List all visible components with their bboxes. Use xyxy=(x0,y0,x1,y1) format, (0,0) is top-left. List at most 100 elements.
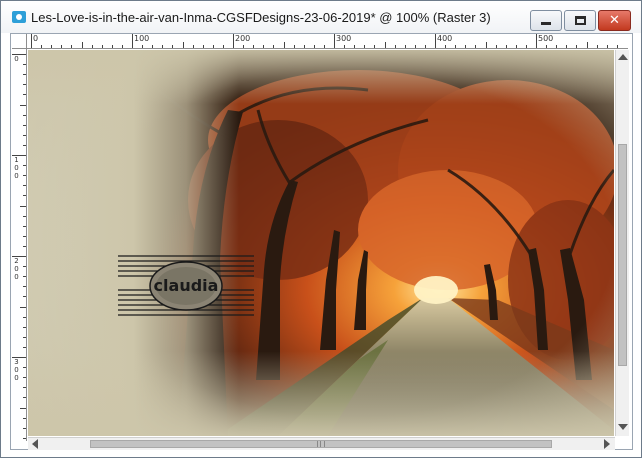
ruler-tick xyxy=(23,145,26,146)
ruler-tick xyxy=(334,34,335,48)
ruler-label: 1 xyxy=(14,156,19,164)
window-bottom-edge xyxy=(10,451,633,457)
ruler-tick xyxy=(23,175,26,176)
ruler-label: 0 xyxy=(14,172,19,180)
ruler-tick xyxy=(23,387,26,388)
horizontal-scroll-thumb[interactable] xyxy=(90,440,552,448)
ruler-tick xyxy=(23,337,26,338)
ruler-tick xyxy=(23,115,26,116)
ruler-label: 2 xyxy=(14,257,19,265)
image-document-window: Les-Love-is-in-the-air-van-Inma-CGSFDesi… xyxy=(0,0,642,458)
ruler-tick xyxy=(465,45,466,48)
ruler-label: 500 xyxy=(538,34,554,43)
close-button[interactable]: ✕ xyxy=(598,10,631,31)
ruler-tick xyxy=(23,286,26,287)
ruler-tick xyxy=(41,45,42,48)
ruler-tick xyxy=(20,307,26,308)
minimize-button[interactable] xyxy=(530,10,562,31)
ruler-tick xyxy=(20,206,26,207)
ruler-tick xyxy=(122,45,123,48)
ruler-tick xyxy=(51,45,52,48)
ruler-tick xyxy=(213,45,214,48)
ruler-tick xyxy=(304,45,305,48)
image-canvas[interactable]: claudia xyxy=(28,50,614,436)
ruler-label: 0 xyxy=(14,55,19,63)
horizontal-scrollbar[interactable] xyxy=(28,437,615,450)
ruler-tick xyxy=(23,226,26,227)
ruler-tick xyxy=(546,45,547,48)
ruler-tick xyxy=(142,45,143,48)
ruler-tick xyxy=(566,45,567,48)
ruler-tick xyxy=(294,45,295,48)
close-icon: ✕ xyxy=(609,13,620,28)
ruler-label: 0 xyxy=(33,34,39,43)
ruler-tick xyxy=(71,45,72,48)
ruler-label: 0 xyxy=(14,265,19,273)
ruler-label: 100 xyxy=(134,34,150,43)
ruler-tick xyxy=(23,327,26,328)
ruler-label: 400 xyxy=(437,34,453,43)
ruler-tick xyxy=(385,42,386,48)
minimize-icon xyxy=(541,22,551,25)
ruler-tick xyxy=(587,42,588,48)
ruler-label: 0 xyxy=(14,374,19,382)
title-bar[interactable]: Les-Love-is-in-the-air-van-Inma-CGSFDesi… xyxy=(1,1,641,33)
ruler-label: 200 xyxy=(235,34,251,43)
ruler-tick xyxy=(23,377,26,378)
ruler-label: 0 xyxy=(14,273,19,281)
ruler-tick xyxy=(253,45,254,48)
ruler-tick xyxy=(183,42,184,48)
ruler-tick xyxy=(23,296,26,297)
scroll-up-icon[interactable] xyxy=(618,54,628,60)
ruler-tick xyxy=(496,45,497,48)
ruler-tick xyxy=(23,397,26,398)
scroll-left-icon[interactable] xyxy=(32,439,38,449)
ruler-tick xyxy=(556,45,557,48)
image-document-icon xyxy=(12,11,26,23)
scroll-down-icon[interactable] xyxy=(618,424,628,430)
vertical-scroll-thumb[interactable] xyxy=(618,144,627,366)
ruler-tick xyxy=(61,45,62,48)
ruler-tick xyxy=(23,185,26,186)
ruler-tick xyxy=(23,317,26,318)
ruler-tick xyxy=(82,42,83,48)
ruler-tick xyxy=(162,45,163,48)
vertical-scrollbar[interactable] xyxy=(615,50,629,436)
ruler-tick xyxy=(23,84,26,85)
ruler-tick xyxy=(23,195,26,196)
ruler-tick xyxy=(576,45,577,48)
ruler-tick xyxy=(475,45,476,48)
ruler-label: 3 xyxy=(14,358,19,366)
ruler-tick xyxy=(435,34,436,48)
ruler-tick xyxy=(193,45,194,48)
ruler-tick xyxy=(536,34,537,48)
ruler-tick xyxy=(23,74,26,75)
maximize-button[interactable] xyxy=(564,10,596,31)
autumn-avenue-image: claudia xyxy=(28,50,614,436)
ruler-label: 300 xyxy=(336,34,352,43)
ruler-tick xyxy=(23,216,26,217)
ruler-tick xyxy=(23,246,26,247)
ruler-tick xyxy=(284,42,285,48)
ruler-tick xyxy=(23,125,26,126)
ruler-tick xyxy=(132,34,133,48)
ruler-tick xyxy=(20,105,26,106)
ruler-tick xyxy=(23,165,26,166)
ruler-tick xyxy=(263,45,264,48)
ruler-tick xyxy=(607,45,608,48)
ruler-tick xyxy=(23,64,26,65)
scroll-right-icon[interactable] xyxy=(604,439,610,449)
ruler-tick xyxy=(23,266,26,267)
ruler-tick xyxy=(243,45,244,48)
ruler-tick xyxy=(526,45,527,48)
ruler-tick xyxy=(486,42,487,48)
ruler-tick xyxy=(23,276,26,277)
ruler-tick xyxy=(152,45,153,48)
ruler-tick xyxy=(425,45,426,48)
ruler-tick xyxy=(23,428,26,429)
ruler-tick xyxy=(516,45,517,48)
ruler-tick xyxy=(223,45,224,48)
ruler-tick xyxy=(364,45,365,48)
ruler-tick xyxy=(445,45,446,48)
ruler-tick xyxy=(23,367,26,368)
